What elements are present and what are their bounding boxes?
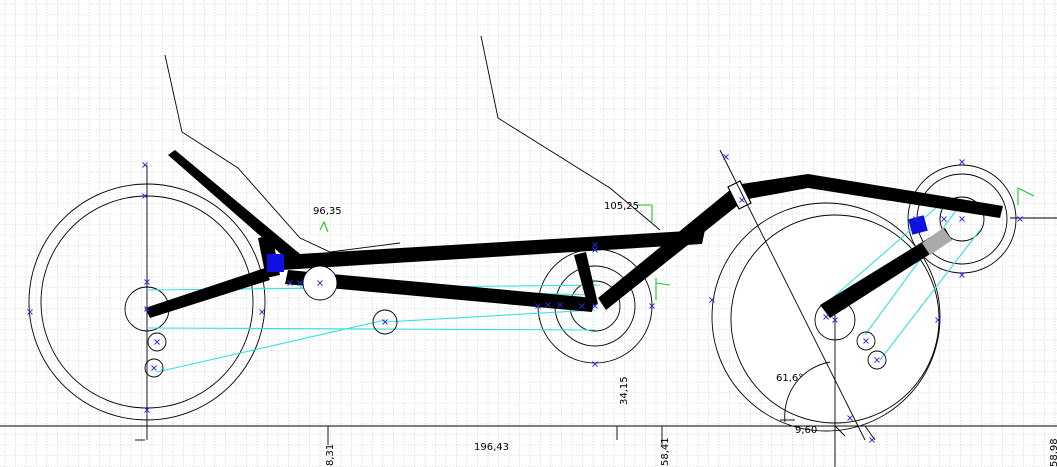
dim-seat-height-front: 96,35 <box>313 206 342 217</box>
dim-wheelbase-section: 196,43 <box>474 442 509 453</box>
dim-chainline-offset: 34,15 <box>619 376 630 405</box>
dim-left-offset: 8,31 <box>325 444 336 466</box>
dim-seat-height-rear: 105,25 <box>604 201 639 212</box>
node-marker <box>151 365 157 371</box>
dim-trail: 9,60 <box>795 425 817 436</box>
dim-mid-offset: 58,41 <box>660 437 671 466</box>
bike-design-canvas[interactable]: 96,35 105,25 34,15 196,43 8,31 58,41 9,6… <box>0 0 1057 467</box>
node-marker <box>1017 216 1023 222</box>
node-marker <box>259 309 265 315</box>
dim-right-edge: 58,98 <box>1049 438 1057 467</box>
node-marker <box>723 154 729 160</box>
node-marker <box>941 216 947 222</box>
rear-stay-upper <box>145 268 270 318</box>
seat-outline-left <box>164 54 401 253</box>
rear-mount-block[interactable] <box>267 254 284 272</box>
node-marker <box>869 437 875 443</box>
front-wheel[interactable] <box>711 202 941 467</box>
dim-head-angle: 61,6° <box>776 373 803 384</box>
